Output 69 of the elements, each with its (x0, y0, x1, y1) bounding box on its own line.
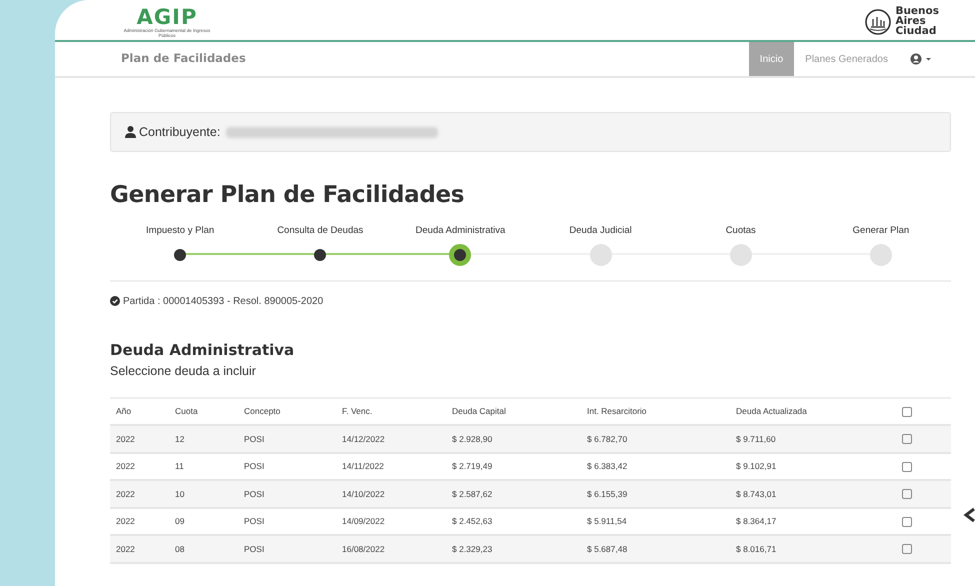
step-label: Consulta de Deudas (277, 224, 364, 238)
step-label: Cuotas (726, 224, 756, 238)
user-menu-icon (910, 53, 932, 65)
logo-text: AGIP (136, 6, 198, 28)
table-cell-text: 12 (174, 432, 186, 446)
column-header: Int. Resarcitorio (586, 405, 648, 418)
table-cell-text: 2022 (115, 515, 136, 528)
table-cell-text: $ 6.383,42 (586, 460, 628, 473)
select-all-checkbox[interactable] (902, 406, 912, 417)
table-cell-text: $ 6.155,39 (586, 488, 628, 500)
table-cell-text: 16/08/2022 (341, 542, 386, 556)
column-header: Deuda Capital (451, 405, 507, 418)
table-cell-text: POSI (243, 515, 266, 528)
table-cell-text: $ 2.719,49 (451, 460, 494, 473)
table-cell-text: 14/11/2022 (341, 460, 385, 473)
table-cell-text: $ 9.102,91 (735, 460, 778, 473)
table-cell-text: 09 (174, 515, 186, 528)
city-emblem-icon (865, 9, 892, 36)
table-cell-text: $ 8.016,71 (735, 542, 778, 556)
table-cell-text: 14/09/2022 (341, 515, 386, 528)
column-header: Cuota (174, 405, 199, 418)
nav-link[interactable]: Planes Generados (794, 42, 899, 76)
row-checkbox[interactable] (902, 489, 912, 500)
table-cell-text: 14/10/2022 (341, 488, 386, 500)
table-cell-text: 2022 (115, 488, 136, 500)
table-cell-text: $ 5.687,48 (586, 542, 628, 556)
table-cell-text: $ 9.711,60 (735, 432, 777, 446)
table-cell-text: POSI (243, 488, 266, 500)
step-label: Deuda Judicial (569, 224, 632, 238)
column-header: F. Venc. (341, 405, 374, 418)
table-cell-text: 2022 (115, 432, 136, 446)
table-cell-text: POSI (243, 542, 266, 556)
user-icon (125, 126, 136, 138)
app-title: Plan de Facilidades (121, 50, 247, 68)
table-cell-text: $ 8.743,01 (735, 488, 778, 500)
row-checkbox[interactable] (902, 462, 912, 472)
section-subtitle: Seleccione deuda a incluir (110, 363, 257, 380)
city-name: Buenos Aires Ciudad (895, 7, 939, 37)
table-cell-text: $ 8.364,17 (735, 515, 778, 528)
table-cell-text: 08 (174, 542, 186, 556)
row-checkbox[interactable] (902, 434, 912, 444)
table-cell-text: $ 5.911,54 (586, 515, 628, 528)
table-cell-text: 2022 (115, 542, 136, 556)
step-label: Impuesto y Plan (146, 224, 214, 238)
table-cell-text: $ 2.452,63 (451, 515, 494, 528)
table-cell-text: $ 2.329,23 (451, 542, 494, 556)
row-checkbox[interactable] (902, 516, 912, 527)
step-label: Deuda Administrativa (416, 224, 506, 238)
section-title: Deuda Administrativa (110, 340, 296, 361)
table-cell-text: $ 2.587,62 (451, 488, 494, 500)
table-cell-text: 11 (174, 460, 185, 473)
column-header: Concepto (243, 405, 282, 418)
check-circle-icon (110, 296, 120, 306)
table-cell-text: 14/12/2022 (341, 432, 386, 446)
step-label: Generar Plan (852, 224, 910, 238)
nav-link[interactable]: Inicio (748, 42, 794, 76)
column-header: Año (115, 405, 132, 418)
partida-text: Partida : 00001405393 - Resol. 890005-2020 (123, 294, 324, 309)
page-title: Generar Plan de Facilidades (110, 182, 466, 210)
table-cell-text: $ 6.782,70 (586, 432, 628, 446)
table-cell-text: POSI (243, 432, 266, 446)
column-header: Deuda Actualizada (735, 405, 808, 418)
row-checkbox[interactable] (902, 544, 912, 554)
taxpayer-label: Contribuyente: (139, 124, 220, 141)
table-cell-text: $ 2.928,90 (451, 432, 494, 446)
table-cell-text: 10 (174, 488, 186, 500)
table-cell-text: POSI (243, 460, 266, 473)
chevron-left-icon[interactable] (963, 506, 975, 523)
table-cell-text: 2022 (115, 460, 136, 473)
